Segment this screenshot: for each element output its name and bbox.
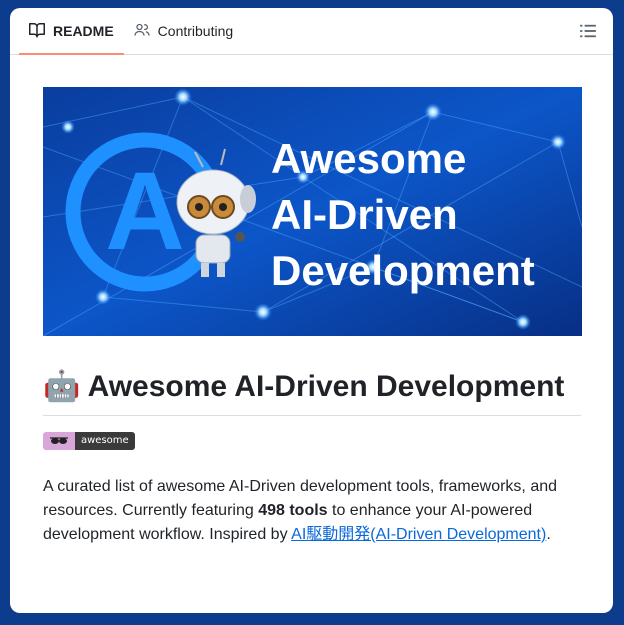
page-title: 🤖 Awesome AI-Driven Development	[43, 368, 581, 416]
book-icon	[29, 22, 45, 41]
tab-readme-label: README	[53, 23, 114, 39]
list-icon[interactable]	[579, 22, 597, 40]
logo-letter: A	[105, 150, 184, 273]
readme-card: README Contributing A Awesome AI-Driven …	[10, 8, 613, 613]
tab-contributing-label: Contributing	[157, 23, 234, 39]
banner-line-1: Awesome	[271, 135, 466, 182]
readme-content: A Awesome AI-Driven Development 🤖 Awesom…	[10, 55, 613, 547]
tab-bar: README Contributing	[10, 8, 613, 55]
awesome-badge[interactable]: awesome	[43, 432, 135, 450]
desc-suffix: .	[546, 526, 551, 543]
inspiration-link[interactable]: AI駆動開発(AI-Driven Development)	[291, 526, 546, 543]
tool-count: 498 tools	[258, 502, 328, 519]
tab-contributing[interactable]: Contributing	[124, 8, 244, 54]
tab-readme[interactable]: README	[19, 8, 124, 55]
banner-line-2: AI-Driven	[271, 191, 458, 238]
description: A curated list of awesome AI-Driven deve…	[43, 475, 581, 547]
banner-line-3: Development	[271, 247, 535, 294]
sunglasses-icon	[43, 432, 75, 450]
people-icon	[134, 22, 150, 41]
banner-image: A Awesome AI-Driven Development	[43, 87, 582, 336]
badge-text: awesome	[75, 432, 135, 450]
